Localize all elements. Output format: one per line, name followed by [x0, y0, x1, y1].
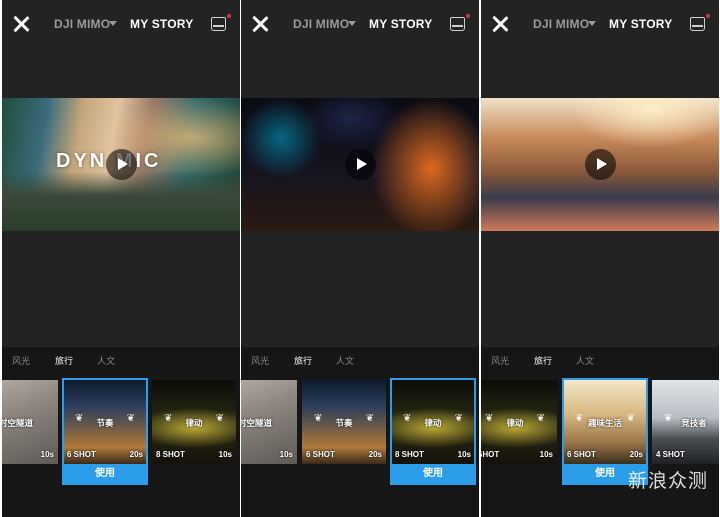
- category-tab-scenery[interactable]: 风光: [251, 354, 269, 367]
- top-bar: DJI MIMO MY STORY: [241, 0, 479, 50]
- category-tab-humanities[interactable]: 人文: [576, 354, 594, 367]
- category-tab-travel[interactable]: 旅行: [294, 354, 312, 367]
- tab-my-story[interactable]: MY STORY: [609, 17, 672, 31]
- template-shot-count: SHOT: [481, 450, 500, 459]
- close-icon[interactable]: [10, 13, 32, 35]
- inbox-icon[interactable]: [211, 17, 226, 31]
- tab-my-story[interactable]: MY STORY: [130, 17, 193, 31]
- template-card[interactable]: ❦ 竞技者 4 SHOT: [652, 380, 719, 464]
- category-tab-humanities[interactable]: 人文: [97, 354, 115, 367]
- category-tab-travel[interactable]: 旅行: [55, 354, 73, 367]
- chevron-down-icon[interactable]: [348, 21, 356, 26]
- close-icon[interactable]: [489, 13, 511, 35]
- template-name: 竞技者: [681, 418, 707, 428]
- category-tab-scenery[interactable]: 风光: [12, 354, 30, 367]
- template-duration: 10s: [40, 450, 54, 459]
- notification-dot: [227, 14, 231, 18]
- notification-dot: [466, 14, 470, 18]
- template-card[interactable]: ❦ 律动 ❦ SHOT 10s: [481, 380, 557, 464]
- inbox-icon[interactable]: [690, 17, 705, 31]
- template-duration: 10s: [279, 450, 293, 459]
- template-card[interactable]: 时空隧道 10s: [241, 380, 297, 464]
- template-name: 律动: [506, 418, 524, 428]
- template-duration: 10s: [218, 450, 232, 459]
- use-button[interactable]: 使用: [62, 464, 148, 483]
- template-duration: 20s: [368, 450, 382, 459]
- tab-my-story[interactable]: MY STORY: [369, 17, 432, 31]
- template-card[interactable]: ❦ 节奏 ❦ 6 SHOT 20s: [302, 380, 386, 464]
- chevron-down-icon[interactable]: [588, 21, 596, 26]
- inbox-icon[interactable]: [450, 17, 465, 31]
- top-bar: DJI MIMO MY STORY: [2, 0, 240, 50]
- template-name: 时空隧道: [241, 418, 272, 428]
- laurel-right-icon: ❦: [215, 413, 224, 424]
- laurel-right-icon: ❦: [365, 413, 374, 424]
- play-icon[interactable]: [106, 149, 137, 180]
- use-button[interactable]: 使用: [390, 464, 476, 483]
- template-shot-count: 4 SHOT: [656, 450, 685, 459]
- watermark: 新浪众测: [628, 470, 709, 492]
- play-icon[interactable]: [585, 149, 616, 180]
- template-card[interactable]: ❦ 律动 ❦ 8 SHOT 10s: [152, 380, 236, 464]
- tab-dji-mimo[interactable]: DJI MIMO: [293, 17, 349, 31]
- laurel-right-icon: ❦: [536, 413, 545, 424]
- template-name: 时空隧道: [2, 418, 33, 428]
- top-bar: DJI MIMO MY STORY: [481, 0, 719, 50]
- play-icon[interactable]: [345, 149, 376, 180]
- screen-3: DJI MIMO MY STORY 风光 旅行 人文 ❦ 律动 ❦ SHOT 1…: [481, 0, 719, 517]
- screen-1: DJI MIMO MY STORY DYN MIC 风光 旅行 人文 时空隧道 …: [2, 0, 240, 517]
- category-tab-humanities[interactable]: 人文: [336, 354, 354, 367]
- category-tab-scenery[interactable]: 风光: [491, 354, 509, 367]
- screen-2: DJI MIMO MY STORY 风光 旅行 人文 时空隧道 10s ❦ 节奏…: [241, 0, 479, 517]
- template-shot-count: 6 SHOT: [306, 450, 335, 459]
- notification-dot: [706, 14, 710, 18]
- chevron-down-icon[interactable]: [109, 21, 117, 26]
- tab-dji-mimo[interactable]: DJI MIMO: [533, 17, 589, 31]
- template-card[interactable]: 时空隧道 10s: [2, 380, 58, 464]
- template-shot-count: 8 SHOT: [156, 450, 185, 459]
- close-icon[interactable]: [249, 13, 271, 35]
- category-tab-travel[interactable]: 旅行: [534, 354, 552, 367]
- template-duration: 10s: [539, 450, 553, 459]
- tab-dji-mimo[interactable]: DJI MIMO: [54, 17, 110, 31]
